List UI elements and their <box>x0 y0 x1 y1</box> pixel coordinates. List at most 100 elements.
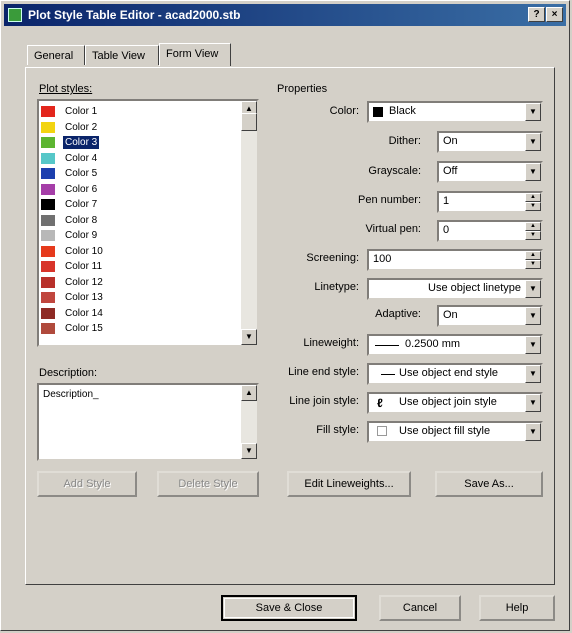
window-title: Plot Style Table Editor - acad2000.stb <box>28 8 241 22</box>
plot-style-name: Color 14 <box>65 307 103 319</box>
linetype-combo[interactable]: Use object linetype ▼ <box>367 278 543 300</box>
chevron-down-icon[interactable]: ▼ <box>525 336 541 354</box>
fill-style-label: Fill style: <box>316 424 359 436</box>
screening-spinner[interactable]: 100 ▲ ▼ <box>367 249 543 271</box>
adaptive-value: On <box>443 309 458 321</box>
plot-style-name: Color 15 <box>65 323 103 334</box>
help-title-button[interactable]: ? <box>528 7 545 22</box>
plot-style-name: Color 7 <box>65 199 98 210</box>
spin-up-icon[interactable]: ▲ <box>525 193 541 202</box>
chevron-down-icon[interactable]: ▼ <box>525 423 541 441</box>
virtual-pen-spinner[interactable]: 0 ▲ ▼ <box>437 220 543 242</box>
dither-label: Dither: <box>388 135 421 147</box>
plot-style-name: Color 1 <box>65 106 98 117</box>
color-swatch <box>41 199 55 210</box>
chevron-down-icon[interactable]: ▼ <box>525 133 541 151</box>
scroll-thumb[interactable] <box>241 113 257 131</box>
plot-style-name: Color 4 <box>65 152 98 164</box>
color-swatch <box>41 183 55 195</box>
color-swatch <box>41 168 55 179</box>
plot-style-name: Color 12 <box>65 276 103 288</box>
color-swatch <box>41 307 55 319</box>
tab-form-view[interactable]: Form View <box>159 43 231 66</box>
plot-styles-list[interactable]: Color 1 Color 2 Color 3 Color 4 Color 5 Color… <box>37 99 259 347</box>
spin-up-icon[interactable]: ▲ <box>525 251 541 260</box>
lineweight-combo[interactable]: 0.2500 mm ▼ <box>367 334 543 356</box>
tab-table-view[interactable]: Table View <box>85 45 159 65</box>
linetype-label: Linetype: <box>314 281 359 293</box>
color-swatch <box>41 276 55 288</box>
app-icon <box>8 8 22 22</box>
plot-style-name: Color 5 <box>65 168 98 179</box>
chevron-down-icon[interactable]: ▼ <box>525 307 541 325</box>
line-end-style-combo[interactable]: Use object end style ▼ <box>367 363 543 385</box>
cancel-button[interactable]: Cancel <box>379 595 461 621</box>
color-swatch <box>41 230 55 241</box>
close-icon[interactable]: × <box>546 7 563 22</box>
delete-style-button[interactable]: Delete Style <box>157 471 259 497</box>
color-swatch <box>373 107 383 117</box>
pen-number-spinner[interactable]: 1 ▲ ▼ <box>437 191 543 213</box>
spin-down-icon[interactable]: ▼ <box>525 260 541 269</box>
color-swatch <box>41 106 55 117</box>
virtual-pen-value: 0 <box>443 224 450 236</box>
plot-style-name: Color 10 <box>65 245 103 257</box>
color-swatch <box>41 245 55 257</box>
description-field[interactable]: Description_ ▲ ▼ <box>37 383 259 461</box>
line-join-style-label: Line join style: <box>289 395 359 407</box>
color-combo[interactable]: Black ▼ <box>367 101 543 123</box>
line-end-style-label: Line end style: <box>288 366 359 378</box>
add-style-button[interactable]: Add Style <box>37 471 137 497</box>
chevron-down-icon[interactable]: ▼ <box>525 280 541 298</box>
screening-value: 100 <box>373 253 392 265</box>
line-join-style-combo[interactable]: ℓ Use object join style ▼ <box>367 392 543 414</box>
color-swatch <box>41 292 55 303</box>
dither-value: On <box>443 135 458 147</box>
desc-scroll-up-icon[interactable]: ▲ <box>241 385 257 401</box>
properties-label: Properties <box>277 83 328 95</box>
save-close-button[interactable]: Save & Close <box>221 595 357 621</box>
color-value: Black <box>389 105 416 117</box>
chevron-down-icon[interactable]: ▼ <box>525 103 541 121</box>
plot-style-name: Color 8 <box>65 214 98 226</box>
scroll-down-icon[interactable]: ▼ <box>241 329 257 345</box>
linetype-value: Use object linetype <box>428 282 521 294</box>
plot-styles-label: Plot styles: <box>39 83 93 95</box>
adaptive-label: Adaptive: <box>375 308 421 320</box>
lineweight-preview-icon <box>375 345 399 346</box>
spin-up-icon[interactable]: ▲ <box>525 222 541 231</box>
plot-style-editor-window: Plot Style Table Editor - acad2000.stb ?… <box>0 0 570 631</box>
chevron-down-icon[interactable]: ▼ <box>525 365 541 383</box>
dither-combo[interactable]: On ▼ <box>437 131 543 153</box>
save-as-button[interactable]: Save As... <box>435 471 543 497</box>
help-button[interactable]: Help <box>479 595 555 621</box>
color-swatch <box>41 323 55 334</box>
fill-style-combo[interactable]: Use object fill style ▼ <box>367 421 543 443</box>
chevron-down-icon[interactable]: ▼ <box>525 394 541 412</box>
edit-lineweights-button[interactable]: Edit Lineweights... <box>287 471 411 497</box>
color-swatch <box>41 121 55 133</box>
virtual-pen-label: Virtual pen: <box>365 223 421 235</box>
tab-general[interactable]: General <box>27 45 85 65</box>
chevron-down-icon[interactable]: ▼ <box>525 163 541 181</box>
line-end-style-value: Use object end style <box>399 367 499 379</box>
plot-style-name: Color 6 <box>65 183 98 195</box>
color-swatch <box>41 137 55 148</box>
plot-styles-scrollbar[interactable]: ▲ ▼ <box>241 101 257 345</box>
desc-scroll-down-icon[interactable]: ▼ <box>241 443 257 459</box>
plot-style-name: Color 13 <box>65 292 103 303</box>
pen-number-label: Pen number: <box>358 194 421 206</box>
screening-label: Screening: <box>306 252 359 264</box>
fill-style-icon <box>377 426 387 436</box>
lineweight-value: 0.2500 mm <box>405 338 461 350</box>
description-scrollbar[interactable]: ▲ ▼ <box>241 385 257 459</box>
spin-down-icon[interactable]: ▼ <box>525 202 541 211</box>
color-swatch <box>41 214 55 226</box>
plot-style-name: Color 9 <box>65 230 98 241</box>
grayscale-combo[interactable]: Off ▼ <box>437 161 543 183</box>
line-end-icon <box>381 374 395 375</box>
adaptive-combo[interactable]: On ▼ <box>437 305 543 327</box>
fill-style-value: Use object fill style <box>399 425 491 437</box>
grayscale-value: Off <box>443 165 458 177</box>
spin-down-icon[interactable]: ▼ <box>525 231 541 240</box>
